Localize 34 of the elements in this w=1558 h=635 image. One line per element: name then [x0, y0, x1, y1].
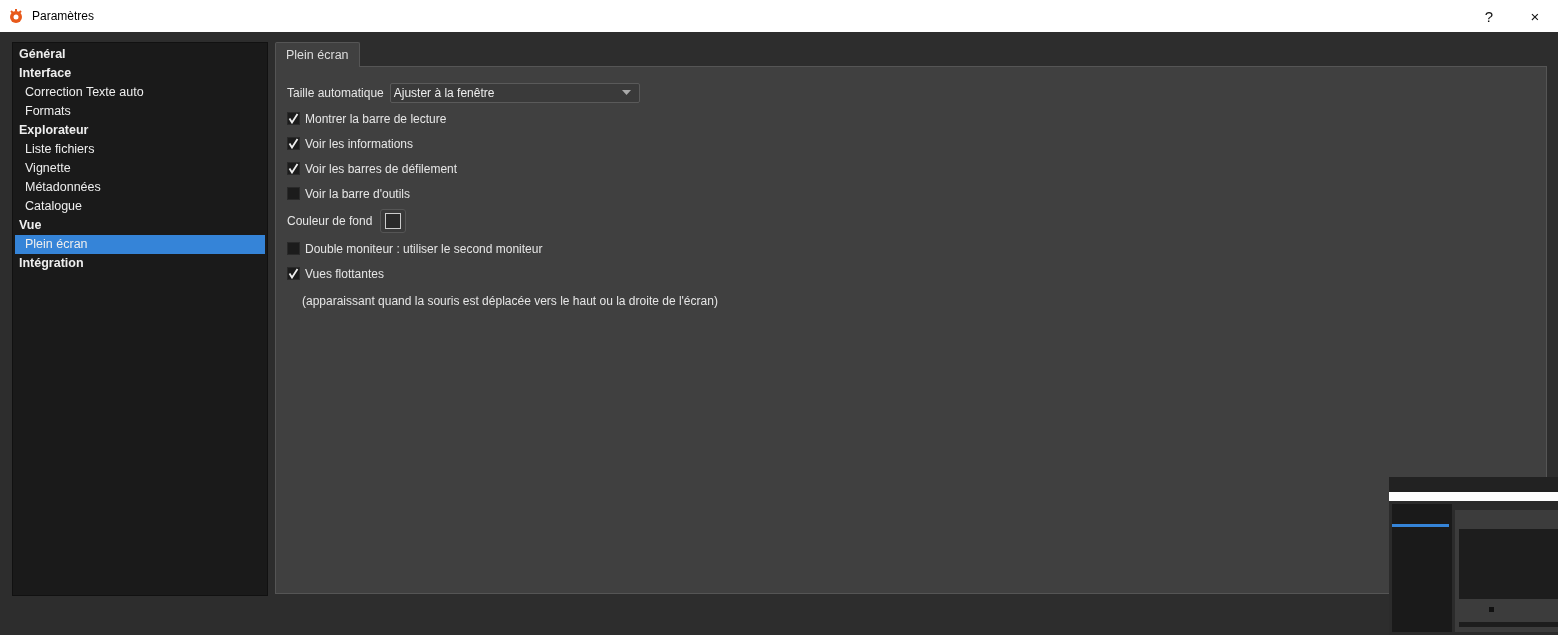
- sidebar-item[interactable]: Vue: [15, 216, 265, 235]
- checkbox-label: Double moniteur : utiliser le second moniteur: [305, 241, 543, 256]
- sidebar-item[interactable]: Général: [15, 45, 265, 64]
- checkbox[interactable]: [287, 267, 300, 280]
- checkbox[interactable]: [287, 137, 300, 150]
- sidebar-item[interactable]: Formats: [15, 102, 265, 121]
- close-button[interactable]: ×: [1512, 0, 1558, 32]
- window-title: Paramètres: [32, 9, 95, 23]
- color-swatch-button[interactable]: [380, 209, 407, 233]
- field-label: Taille automatique: [287, 85, 384, 100]
- app-logo-icon: [8, 8, 24, 24]
- hint-text: (apparaissant quand la souris est déplacée vers le haut ou la droite de l'écran): [302, 294, 718, 308]
- sidebar-item[interactable]: Liste fichiers: [15, 140, 265, 159]
- sidebar-item[interactable]: Métadonnées: [15, 178, 265, 197]
- sidebar-item[interactable]: Interface: [15, 64, 265, 83]
- checkbox[interactable]: [287, 242, 300, 255]
- sidebar-item[interactable]: Explorateur: [15, 121, 265, 140]
- checkbox-label: Voir les informations: [305, 136, 414, 151]
- help-button[interactable]: ?: [1466, 0, 1512, 32]
- field-label: Couleur de fond: [287, 214, 373, 228]
- tab[interactable]: Plein écran: [275, 42, 360, 67]
- dropdown[interactable]: Ajuster à la fenêtre: [389, 82, 640, 103]
- checkbox-label: Vues flottantes: [305, 266, 384, 281]
- checkbox-label: Montrer la barre de lecture: [305, 111, 447, 126]
- sidebar-item[interactable]: Intégration: [15, 254, 265, 273]
- checkbox[interactable]: [287, 162, 300, 175]
- checkbox[interactable]: [287, 187, 300, 200]
- dropdown-arrow-icon: [621, 90, 631, 95]
- sidebar-item[interactable]: Vignette: [15, 159, 265, 178]
- checkbox-label: Voir les barres de défilement: [305, 161, 458, 176]
- sidebar-item[interactable]: Correction Texte auto: [15, 83, 265, 102]
- sidebar-item[interactable]: Catalogue: [15, 197, 265, 216]
- checkbox-label: Voir la barre d'outils: [305, 186, 410, 201]
- checkbox[interactable]: [287, 112, 300, 125]
